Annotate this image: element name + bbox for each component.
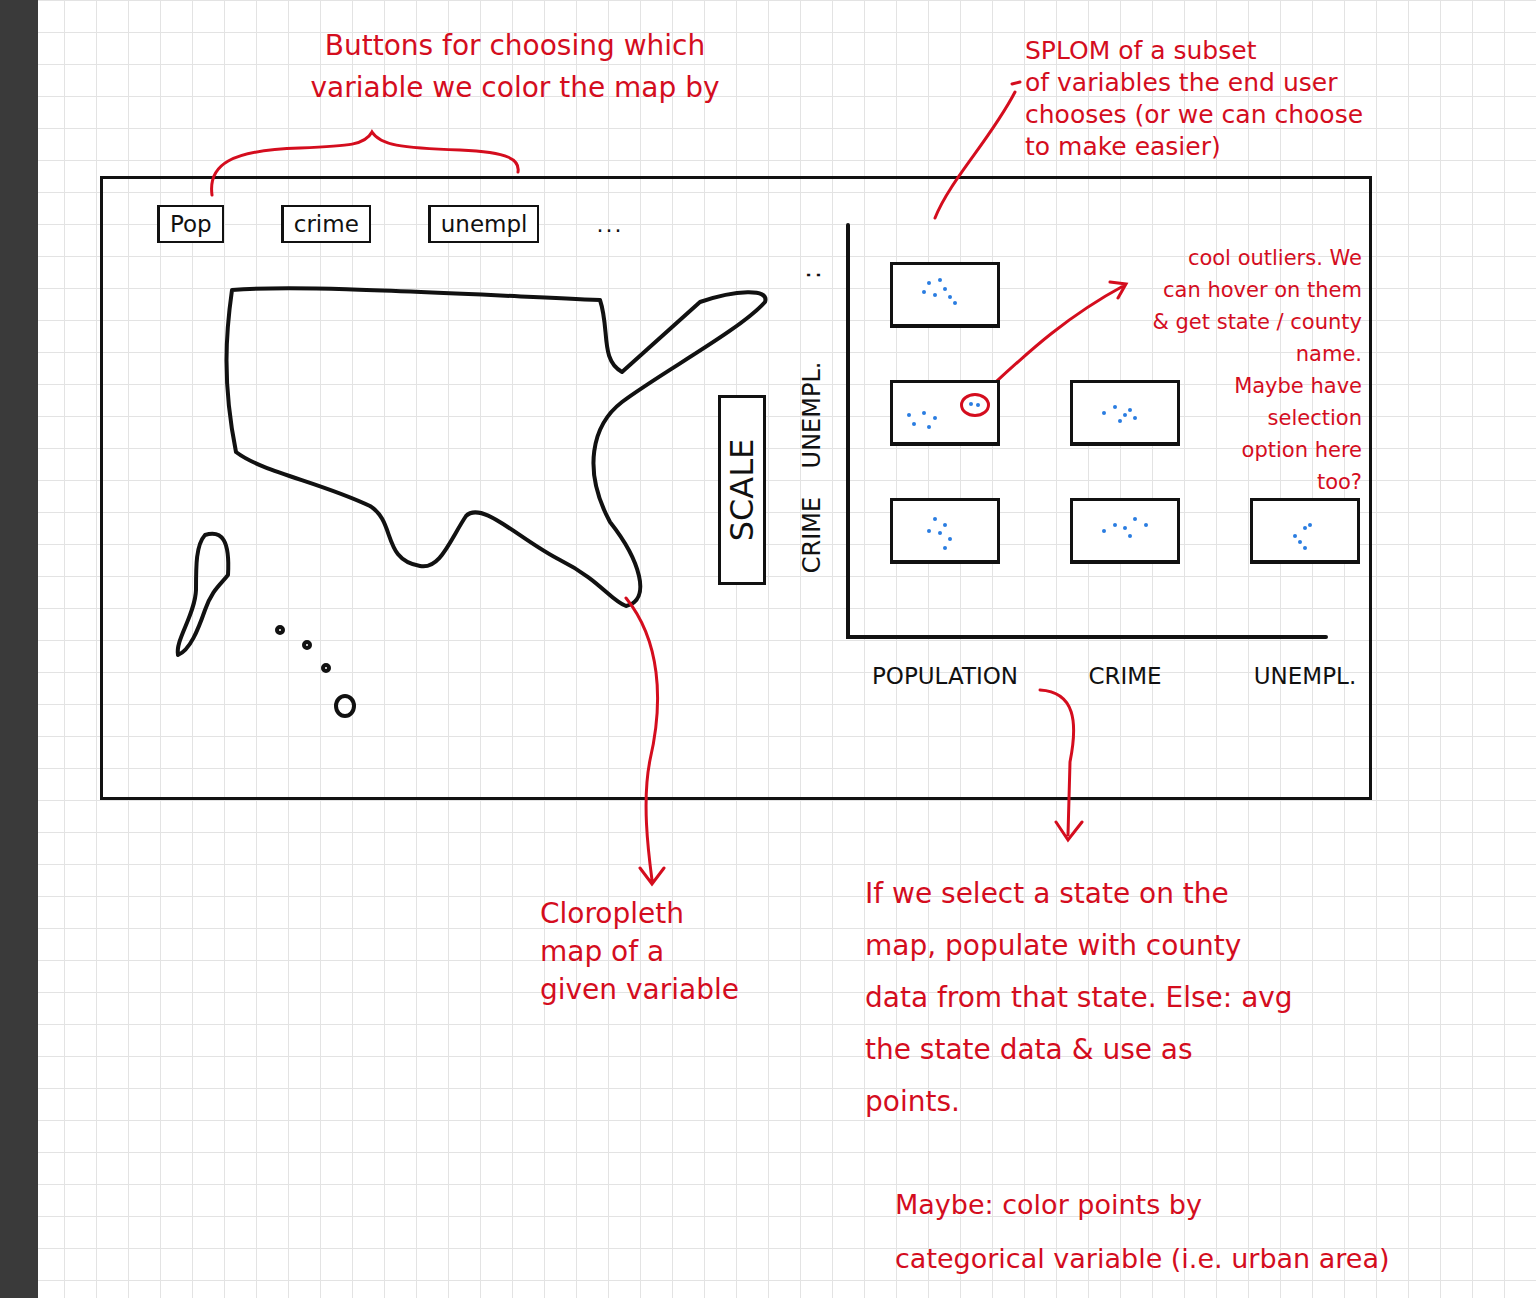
scatter-point[interactable]: [948, 537, 952, 541]
scatter-cell[interactable]: [1070, 380, 1180, 446]
scatter-point[interactable]: [938, 531, 942, 535]
scatter-point[interactable]: [1102, 411, 1106, 415]
annotation-line: given variable: [540, 971, 739, 1009]
sketch-lines: [0, 0, 1536, 1298]
annotation-line: Buttons for choosing which: [215, 25, 815, 67]
scatter-point[interactable]: [1128, 534, 1132, 538]
scatter-point[interactable]: [912, 422, 916, 426]
splom-x-label: POPULATION: [855, 660, 1035, 692]
scatter-cell[interactable]: [1250, 498, 1360, 564]
annotation-line: Maybe: color points by: [895, 1178, 1390, 1232]
scatter-point[interactable]: [907, 413, 911, 417]
annotation-line: points.: [865, 1076, 1293, 1128]
scatter-point[interactable]: [943, 287, 947, 291]
brace-icon: [212, 132, 519, 195]
scatter-point[interactable]: [1123, 413, 1127, 417]
sketch-page: Popcrimeunempl...SCALE:UNEMPL.CRIMEPOPUL…: [0, 0, 1536, 1298]
annotation-line: of variables the end user: [1025, 67, 1363, 99]
scatter-point[interactable]: [1133, 517, 1137, 521]
annotation-line: selection: [1152, 402, 1362, 434]
annotation-line: variable we color the map by: [215, 67, 815, 109]
annotation-line: data from that state. Else: avg: [865, 972, 1293, 1024]
scatter-cell[interactable]: [890, 262, 1000, 328]
scatter-point[interactable]: [1123, 526, 1127, 530]
scatter-point[interactable]: [933, 517, 937, 521]
splom-y-label: UNEMPL.: [792, 395, 832, 435]
window-edge: [0, 0, 38, 1298]
annotation-line: cool outliers. We: [1152, 242, 1362, 274]
scatter-cell[interactable]: [1070, 498, 1180, 564]
scatter-point[interactable]: [948, 295, 952, 299]
annotation-line: & get state / county: [1152, 306, 1362, 338]
arrow-icon: [626, 598, 664, 884]
scatter-point[interactable]: [922, 290, 926, 294]
splom-x-labels: POPULATIONCRIMEUNEMPL.: [855, 660, 1395, 692]
scatter-point[interactable]: [969, 402, 973, 406]
annotation-line: map, populate with county: [865, 920, 1293, 972]
variable-button[interactable]: unempl: [428, 205, 540, 243]
us-map-icon[interactable]: [178, 288, 766, 716]
arrow-icon: [935, 82, 1020, 218]
annotation: Cloroplethmap of agiven variable: [540, 895, 739, 1009]
annotation: cool outliers. Wecan hover on them& get …: [1152, 242, 1362, 498]
splom-row: [890, 498, 1360, 564]
annotation: SPLOM of a subsetof variables the end us…: [1025, 35, 1363, 163]
scatter-point[interactable]: [976, 403, 980, 407]
annotation-line: name.: [1152, 338, 1362, 370]
scatter-point[interactable]: [953, 301, 957, 305]
splom-x-label: UNEMPL.: [1215, 660, 1395, 692]
annotation: Buttons for choosing whichvariable we co…: [215, 25, 815, 109]
annotation-line: categorical variable (i.e. urban area): [895, 1232, 1390, 1286]
splom-y-label: CRIME: [792, 515, 832, 555]
annotation: Maybe: color points bycategorical variab…: [895, 1178, 1390, 1286]
variable-button[interactable]: Pop: [157, 205, 224, 243]
annotation-line: If we select a state on the: [865, 868, 1293, 920]
scatter-point[interactable]: [927, 425, 931, 429]
variable-button[interactable]: crime: [281, 205, 371, 243]
scatter-cell[interactable]: [890, 380, 1000, 446]
scatter-point[interactable]: [943, 546, 947, 550]
annotation-line: Maybe have: [1152, 370, 1362, 402]
annotation-line: the state data & use as: [865, 1024, 1293, 1076]
more-buttons[interactable]: ...: [596, 212, 623, 237]
scatter-cell[interactable]: [890, 498, 1000, 564]
splom-x-label: CRIME: [1035, 660, 1215, 692]
scatter-point[interactable]: [1113, 523, 1117, 527]
annotation-line: SPLOM of a subset: [1025, 35, 1363, 67]
scatter-point[interactable]: [943, 523, 947, 527]
annotation-line: too?: [1152, 466, 1362, 498]
arrow-icon: [985, 282, 1126, 392]
scatter-point[interactable]: [933, 416, 937, 420]
annotation-line: option here: [1152, 434, 1362, 466]
scatter-point[interactable]: [1298, 540, 1302, 544]
scatter-point[interactable]: [922, 411, 926, 415]
scatter-point[interactable]: [1113, 405, 1117, 409]
scale-label: SCALE: [723, 439, 761, 542]
scatter-point[interactable]: [1303, 546, 1307, 550]
annotation-line: Cloropleth: [540, 895, 739, 933]
scatter-point[interactable]: [1102, 529, 1106, 533]
splom-y-label: :: [792, 255, 832, 295]
annotation-line: map of a: [540, 933, 739, 971]
scatter-point[interactable]: [938, 278, 942, 282]
annotation-line: can hover on them: [1152, 274, 1362, 306]
scatter-point[interactable]: [1128, 408, 1132, 412]
arrow-icon: [1040, 690, 1082, 840]
scatter-point[interactable]: [1144, 523, 1148, 527]
scatter-point[interactable]: [1133, 416, 1137, 420]
annotation-line: chooses (or we can choose: [1025, 99, 1363, 131]
color-scale: SCALE: [718, 395, 766, 585]
scatter-point[interactable]: [1308, 523, 1312, 527]
scatter-point[interactable]: [1293, 534, 1297, 538]
scatter-point[interactable]: [933, 293, 937, 297]
scatter-point[interactable]: [1303, 526, 1307, 530]
scatter-point[interactable]: [1118, 419, 1122, 423]
annotation: If we select a state on themap, populate…: [865, 868, 1293, 1128]
scatter-point[interactable]: [927, 281, 931, 285]
annotation-line: to make easier): [1025, 131, 1363, 163]
outlier-circle: [960, 393, 990, 417]
variable-buttons: Pop crime unempl...: [157, 205, 623, 243]
scatter-point[interactable]: [927, 529, 931, 533]
